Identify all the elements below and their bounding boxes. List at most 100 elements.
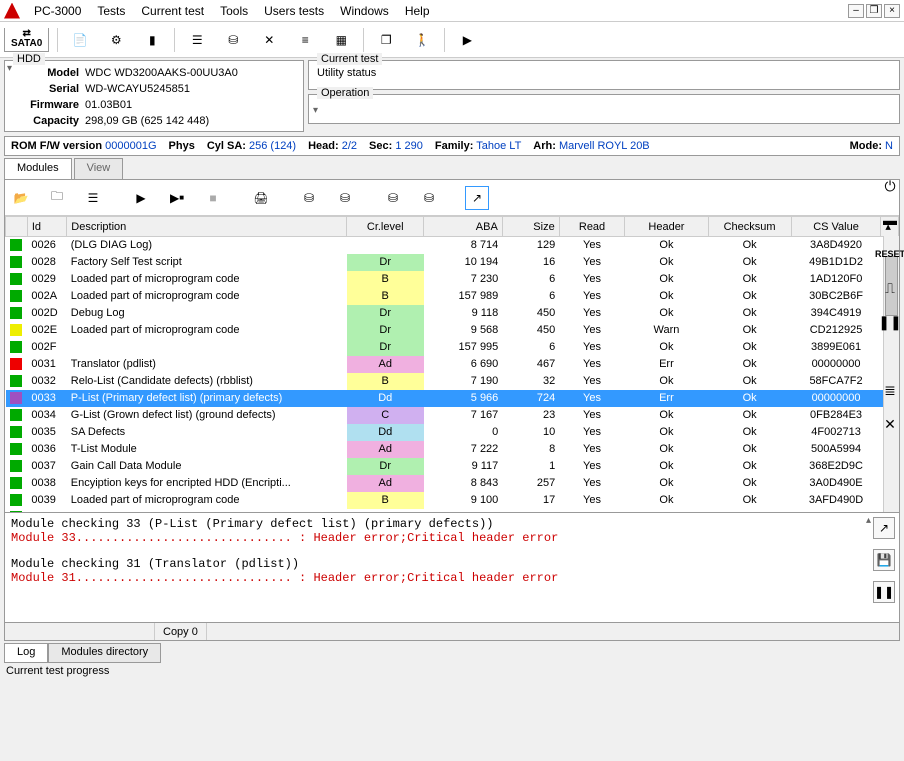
table-row[interactable]: 0034G-List (Grown defect list) (ground d… [6,407,899,424]
cell-read: Yes [559,271,625,288]
menu-current-test[interactable]: Current test [133,2,212,20]
table-row[interactable]: 0032Relo-List (Candidate defects) (rbbli… [6,373,899,390]
menu-tools[interactable]: Tools [212,2,256,20]
table-row[interactable]: 0036T-List ModuleAd7 2228YesOkOk500A5994 [6,441,899,458]
table-row[interactable]: 0028Factory Self Test scriptDr10 19416Ye… [6,254,899,271]
tab-modules-directory[interactable]: Modules directory [48,643,161,663]
restore-button[interactable]: ❐ [866,4,882,18]
table-row[interactable]: 0026 (DLG DIAG Log)8 714129YesOkOk3A8D49… [6,237,899,254]
cell-csvalue: 394C4919 [791,305,881,322]
menu-pc3000[interactable]: PC-3000 [26,2,89,20]
table-row[interactable]: 0037Gain Call Data ModuleDr9 1171YesOkOk… [6,458,899,475]
side-power-icon[interactable]: ⏻ [880,176,900,196]
col-size[interactable]: Size [502,217,559,237]
tb-doc-icon[interactable]: 📄 [66,26,94,54]
menu-tests[interactable]: Tests [89,2,133,20]
tab-log[interactable]: Log [4,643,48,663]
cell-header: Warn [625,322,708,339]
table-row[interactable]: 002ELoaded part of microprogram codeDr9 … [6,322,899,339]
tb-chip-icon[interactable]: ▮ [138,26,166,54]
table-row[interactable]: 002FDr157 9956YesOkOk3899E061 [6,339,899,356]
cell-header: Ok [625,305,708,322]
log-pause-icon[interactable]: ❚❚ [873,581,895,603]
cell-desc: Translator (pdlist) [67,356,347,373]
table-row[interactable]: 0029Loaded part of microprogram codeB7 2… [6,271,899,288]
menu-help[interactable]: Help [397,2,438,20]
cell-desc [67,339,347,356]
cell-desc: Factory Self Test script [67,254,347,271]
col-color[interactable] [6,217,28,237]
tab-modules[interactable]: Modules [4,158,72,179]
side-reset-icon[interactable]: RESET [880,244,900,264]
col-header[interactable]: Header [625,217,708,237]
sata-tab[interactable]: ⇄ SATA0 [4,28,49,52]
cell-size: 467 [502,356,559,373]
operation-dropdown-icon[interactable]: ▾ [313,105,318,116]
tab-view[interactable]: View [74,158,124,179]
mtb-db1-icon[interactable]: ⛁ [297,186,321,210]
tb-disk-icon[interactable]: ⛁ [219,26,247,54]
mtb-open-icon[interactable]: 📂 [9,186,33,210]
hdd-capacity-value: 298,09 GB (625 142 448) [85,113,209,129]
col-id[interactable]: Id [27,217,66,237]
table-row[interactable]: 002ALoaded part of microprogram codeB157… [6,288,899,305]
mtb-db4-icon[interactable]: ⛁ [417,186,441,210]
tb-play-icon[interactable]: ▶ [453,26,481,54]
hdd-serial-value: WD-WCAYU5245851 [85,81,190,97]
mtb-folder-icon[interactable]: 🗀 [45,186,69,210]
close-button[interactable]: × [884,4,900,18]
side-tools-icon[interactable]: ✕ [880,414,900,434]
table-row[interactable]: 0035SA DefectsDd010YesOkOk4F002713 [6,424,899,441]
mtb-stop-icon[interactable]: ■ [201,186,225,210]
col-crlevel[interactable]: Cr.level [347,217,424,237]
col-desc[interactable]: Description [67,217,347,237]
tb-exit-icon[interactable]: 🚶 [408,26,436,54]
menu-windows[interactable]: Windows [332,2,397,20]
table-row[interactable]: 0038Encyiption keys for encripted HDD (E… [6,475,899,492]
col-aba[interactable]: ABA [424,217,503,237]
side-connector-icon[interactable]: ⎍ [880,278,900,298]
tb-align-icon[interactable]: ≡ [291,26,319,54]
table-row[interactable]: 0039Loaded part of microprogram codeB9 1… [6,492,899,509]
cell-checksum: Ok [708,339,791,356]
cell-id: 0037 [27,458,66,475]
side-lines-icon[interactable]: ≣ [880,380,900,400]
cell-size: 32 [502,373,559,390]
tb-gear-icon[interactable]: ⚙ [102,26,130,54]
mtb-export-icon[interactable]: ↗ [465,186,489,210]
tb-copy-icon[interactable]: ❐ [372,26,400,54]
cell-size: 450 [502,305,559,322]
log-save-icon[interactable]: 💾 [873,549,895,571]
mtb-db2-icon[interactable]: ⛁ [333,186,357,210]
cell-size: 16 [502,254,559,271]
status-square-icon [10,290,22,302]
tb-list-icon[interactable]: ☰ [183,26,211,54]
log-scroll-up-icon[interactable]: ▴ [866,515,871,527]
side-chip-icon[interactable]: ▬ [880,210,900,230]
minimize-button[interactable]: ‒ [848,4,864,18]
menu-users-tests[interactable]: Users tests [256,2,332,20]
table-row[interactable]: 0031Translator (pdlist)Ad6 690467YesErrO… [6,356,899,373]
cell-csvalue: 00000000 [791,390,881,407]
col-csvalue[interactable]: CS Value [791,217,881,237]
tb-compass-icon[interactable]: ✕ [255,26,283,54]
side-pause-icon[interactable]: ❚❚ [880,312,900,332]
status-square-icon [10,375,22,387]
mtb-list-icon[interactable]: ☰ [81,186,105,210]
hdd-dropdown-icon[interactable]: ▾ [7,63,12,74]
col-read[interactable]: Read [559,217,625,237]
table-row[interactable]: 002DDebug LogDr9 118450YesOkOk394C4919 [6,305,899,322]
cell-id: 002F [27,339,66,356]
mtb-play-icon[interactable]: ▶ [129,186,153,210]
cell-aba: 9 100 [424,492,503,509]
cell-read: Yes [559,441,625,458]
mtb-play-marked-icon[interactable]: ▶■ [165,186,189,210]
mtb-print-icon[interactable]: 🖨 [249,186,273,210]
cell-aba: 9 118 [424,305,503,322]
mtb-db3-icon[interactable]: ⛁ [381,186,405,210]
table-row[interactable]: 0033P-List (Primary defect list) (primar… [6,390,899,407]
log-export-icon[interactable]: ↗ [873,517,895,539]
cell-aba: 7 230 [424,271,503,288]
col-checksum[interactable]: Checksum [708,217,791,237]
tb-grid-icon[interactable]: ▦ [327,26,355,54]
